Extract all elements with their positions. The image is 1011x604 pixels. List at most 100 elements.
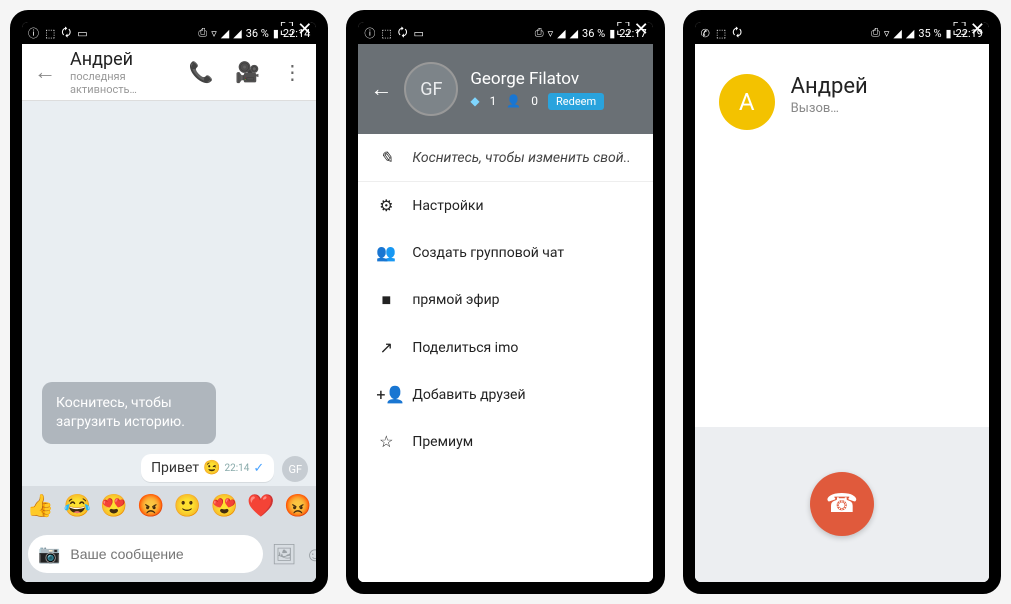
sync-icon: 🗘	[61, 24, 71, 43]
profile-header: ← GF George Filatov ◆ 1 👤 0 Redeem	[358, 44, 652, 134]
back-icon[interactable]: ←	[370, 76, 392, 102]
message-input-pill[interactable]: 📷	[28, 535, 263, 573]
menu-dots-icon[interactable]: ⋮	[276, 54, 308, 90]
share-item[interactable]: ↗ Поделиться imo	[358, 324, 652, 371]
battery-text: 36 %	[246, 27, 269, 40]
wifi-icon: ▿	[211, 27, 217, 40]
premium-item[interactable]: ☆ Премиум	[358, 418, 652, 465]
profile-avatar[interactable]: GF	[404, 62, 458, 116]
battery-icon: ▮	[946, 27, 952, 40]
chat-body: Коснитесь, чтобы загрузить историю. Прив…	[22, 101, 316, 486]
gallery-icon[interactable]: 🖼	[271, 542, 296, 566]
pencil-icon: ✎	[376, 148, 396, 167]
emoji-option[interactable]: 😍	[100, 494, 127, 519]
video-call-icon[interactable]: 🎥	[229, 54, 266, 90]
emoji-strip: 👍 😂 😍 😡 🙂 😍 ❤️ 😡	[22, 486, 316, 526]
emoji-option[interactable]: 😂	[63, 494, 90, 519]
call-info: А Андрей Вызов…	[695, 44, 989, 427]
status-icon: ⬚	[716, 27, 726, 40]
diamond-icon: ◆	[470, 94, 479, 108]
expand-icon[interactable]: ⛶	[617, 21, 630, 39]
imo-icon: ⓘ	[364, 25, 375, 41]
call-state: Вызов…	[791, 101, 868, 116]
outgoing-message[interactable]: Привет 😉 22:14 ✓	[141, 454, 274, 482]
close-icon[interactable]: ✕	[297, 21, 312, 39]
call-status-icon: ✆	[701, 27, 710, 40]
share-icon: ↗	[376, 338, 396, 357]
call-controls: ☎	[695, 427, 989, 582]
settings-item[interactable]: ⚙ Настройки	[358, 182, 652, 229]
status-bar: ⓘ ⬚ 🗘 ▭ ⎙ ▿ ◢ ◢ 36 % ▮ 22:14	[22, 22, 316, 44]
profile-name: George Filatov	[470, 69, 604, 89]
person-icon: 👤	[506, 94, 521, 108]
item-label: Поделиться imo	[412, 340, 518, 356]
video-icon: ■	[376, 290, 396, 310]
emoji-option[interactable]: 😡	[137, 494, 164, 519]
caller-avatar: А	[719, 74, 775, 130]
delivered-check-icon: ✓	[253, 461, 264, 476]
status-bar: ⓘ ⬚ 🗘 ▭ ⎙ ▿ ◢ ◢ 36 % ▮ 22:17	[358, 22, 652, 44]
status-icon: ⬚	[45, 27, 55, 40]
diamond-count: 1	[490, 94, 497, 108]
load-history-bubble[interactable]: Коснитесь, чтобы загрузить историю.	[42, 382, 216, 444]
friend-count: 0	[531, 94, 538, 108]
phone-chat: ⛶ ✕ ⓘ ⬚ 🗘 ▭ ⎙ ▿ ◢ ◢ 36 % ▮ 22:14 ← Андре…	[10, 10, 328, 594]
item-label: Настройки	[412, 198, 483, 214]
item-label: Премиум	[412, 434, 473, 450]
redeem-button[interactable]: Redeem	[548, 93, 604, 110]
camera-icon[interactable]: 📷	[38, 544, 60, 565]
signal-icon-2: ◢	[906, 27, 914, 40]
signal-icon-2: ◢	[570, 27, 578, 40]
status-bar: ✆ ⬚ 🗘 ⎙ ▿ ◢ ◢ 35 % ▮ 22:19	[695, 22, 989, 44]
chat-header: ← Андрей последняя активность… 📞 🎥 ⋮	[22, 44, 316, 101]
cast-icon: ⎙	[871, 26, 880, 40]
chat-subtitle: последняя активность…	[70, 70, 173, 96]
emoji-option[interactable]: 😍	[211, 494, 238, 519]
emoji-option[interactable]: ❤️	[247, 494, 274, 519]
settings-list: ✎ Коснитесь, чтобы изменить свой.. ⚙ Нас…	[358, 134, 652, 582]
battery-text: 36 %	[582, 27, 605, 40]
close-icon[interactable]: ✕	[634, 21, 649, 39]
signal-icon: ◢	[557, 27, 565, 40]
caller-name: Андрей	[791, 74, 868, 99]
live-item[interactable]: ■ прямой эфир	[358, 276, 652, 324]
signal-icon: ◢	[221, 27, 229, 40]
add-friends-item[interactable]: +👤 Добавить друзей	[358, 371, 652, 418]
status-icon: ⬚	[381, 27, 391, 40]
picture-icon: ▭	[414, 27, 424, 40]
gear-icon: ⚙	[376, 196, 396, 215]
sync-icon: 🗘	[732, 24, 742, 43]
wifi-icon: ▿	[884, 27, 890, 40]
edit-status-item[interactable]: ✎ Коснитесь, чтобы изменить свой..	[358, 134, 652, 182]
item-label: Коснитесь, чтобы изменить свой..	[412, 150, 630, 166]
battery-text: 35 %	[918, 27, 941, 40]
sender-avatar[interactable]: GF	[282, 456, 308, 482]
imo-icon: ⓘ	[28, 25, 39, 41]
sync-icon: 🗘	[398, 24, 408, 43]
item-label: прямой эфир	[412, 292, 499, 308]
item-label: Добавить друзей	[412, 387, 525, 403]
message-input[interactable]	[68, 545, 253, 563]
expand-icon[interactable]: ⛶	[953, 21, 966, 39]
phone-down-icon: ☎	[826, 489, 858, 519]
expand-icon[interactable]: ⛶	[281, 21, 294, 39]
phone-settings: ⛶ ✕ ⓘ ⬚ 🗘 ▭ ⎙ ▿ ◢ ◢ 36 % ▮ 22:17 ← GF Ge…	[346, 10, 664, 594]
group-chat-item[interactable]: 👥 Создать групповой чат	[358, 229, 652, 276]
close-icon[interactable]: ✕	[970, 21, 985, 39]
signal-icon-2: ◢	[233, 27, 241, 40]
phone-call: ⛶ ✕ ✆ ⬚ 🗘 ⎙ ▿ ◢ ◢ 35 % ▮ 22:19 А Андрей …	[683, 10, 1001, 594]
voice-call-icon[interactable]: 📞	[183, 54, 220, 90]
emoji-option[interactable]: 🙂	[174, 494, 201, 519]
emoji-option[interactable]: 😡	[284, 494, 311, 519]
picture-icon: ▭	[77, 27, 87, 40]
back-icon[interactable]: ←	[30, 55, 60, 89]
message-emoji: 😉	[203, 460, 220, 476]
item-label: Создать групповой чат	[412, 245, 564, 261]
add-person-icon: +👤	[376, 385, 396, 404]
battery-icon: ▮	[273, 27, 279, 40]
star-icon: ☆	[376, 432, 396, 451]
sticker-icon[interactable]: ☺	[305, 542, 317, 567]
hangup-button[interactable]: ☎	[810, 472, 874, 536]
emoji-option[interactable]: 👍	[27, 494, 54, 519]
chat-title: Андрей	[70, 49, 173, 70]
